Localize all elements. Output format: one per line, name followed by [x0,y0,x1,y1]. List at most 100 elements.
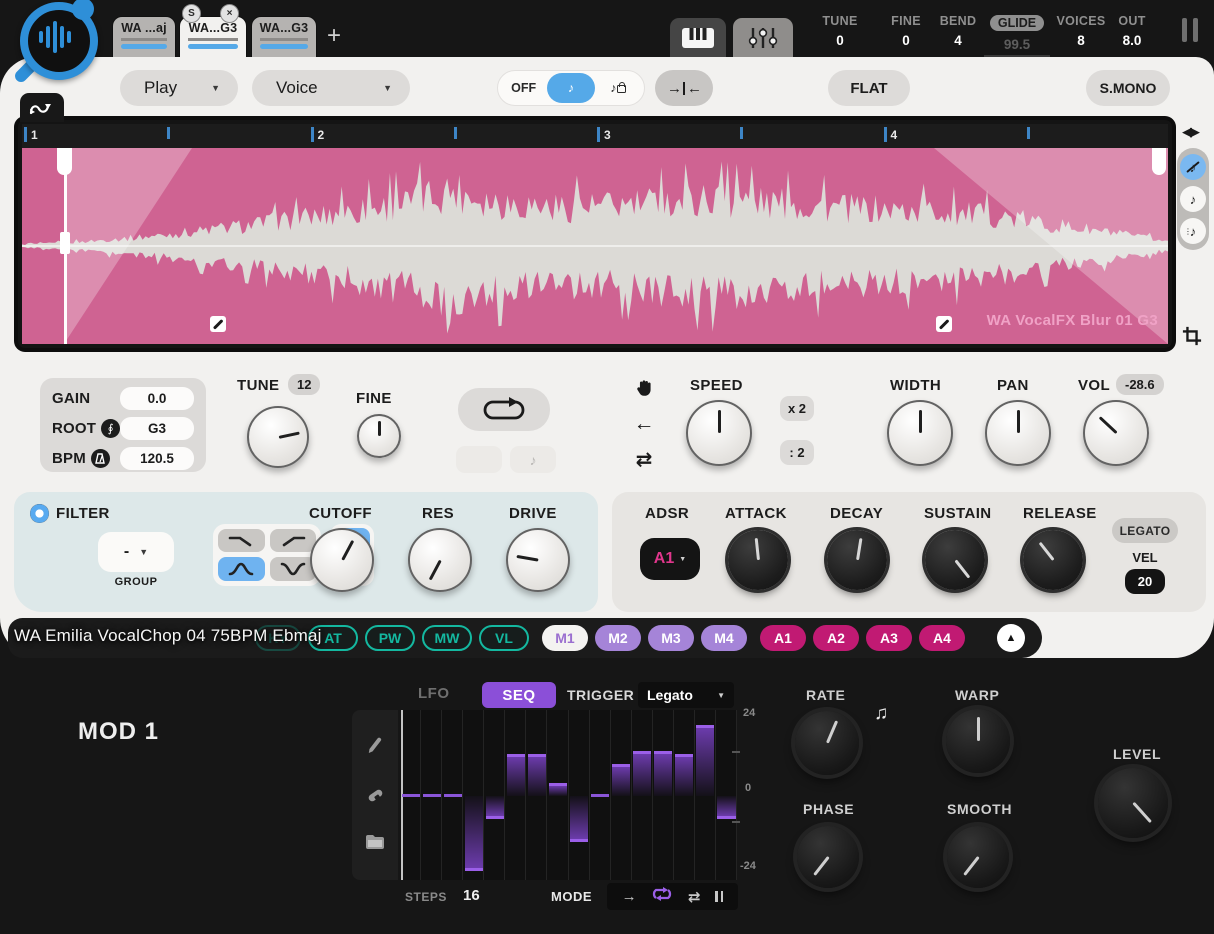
width-knob[interactable] [887,400,953,466]
mod-slot-m4[interactable]: M4 [701,625,747,651]
loop-button[interactable] [458,388,550,431]
sync-note-button[interactable]: ♪ [547,73,594,103]
pencil-tool[interactable] [366,736,384,760]
keyboard-view-toggle[interactable] [670,18,726,57]
seq-step-bar[interactable] [507,754,525,796]
filter-enable-toggle[interactable] [30,504,49,523]
start-marker-grip[interactable] [60,232,70,254]
fade-out-handle[interactable] [936,316,952,332]
mod-slot-m1[interactable]: M1 [542,625,588,651]
adsr-preset-dropdown[interactable]: A1 ▼ [640,538,700,580]
seq-step-bar[interactable] [654,751,672,797]
root-value[interactable]: G3 [120,417,194,440]
seq-step[interactable] [569,710,590,880]
vol-value[interactable]: -28.6 [1116,374,1164,395]
bandpass-button[interactable] [218,557,265,581]
seq-step-bar[interactable] [465,796,483,871]
reverse-arrow-icon[interactable]: ← [631,412,657,436]
drive-knob[interactable] [506,528,570,592]
seq-step-bar[interactable] [612,764,630,797]
mode-loop-button[interactable] [651,886,673,907]
document-tab[interactable]: WA...G3 [252,17,316,57]
mod-source-mw[interactable]: MW [422,625,472,651]
amp-env-a1[interactable]: A1 [760,625,806,651]
loop-sub-note[interactable]: ♪ [510,446,556,473]
amp-env-a4[interactable]: A4 [919,625,965,651]
tune-value[interactable]: 12 [288,374,320,395]
global-voices[interactable]: VOICES 8 [1050,14,1112,48]
waveform-canvas[interactable]: WA VocalFX Blur 01 G3 [22,148,1168,344]
voice-mode-dropdown[interactable]: Voice ▼ [252,70,410,106]
folder-icon[interactable] [365,834,385,854]
speed-double-button[interactable]: x 2 [780,396,814,421]
seq-step-bar[interactable] [549,783,567,796]
pingpong-arrows-icon[interactable]: ⇄ [631,447,657,472]
clef-icon[interactable]: ∮ [101,419,120,438]
tab-solo-badge[interactable]: S [182,4,201,23]
mode-pingpong-button[interactable]: ⇄ [688,888,701,906]
snap-grid-button[interactable]: ♪⋮ [1180,218,1206,244]
vol-knob[interactable] [1083,400,1149,466]
metronome-icon[interactable] [91,449,110,468]
flat-button[interactable]: FLAT [828,70,910,106]
start-marker-handle[interactable] [57,148,72,175]
amp-env-a2[interactable]: A2 [813,625,859,651]
seq-step-bar[interactable] [591,794,609,797]
sync-note-lock-button[interactable]: ♪ [595,73,642,103]
mode-forward-button[interactable]: → [622,888,637,905]
seq-step[interactable] [716,710,737,880]
seq-step-bar[interactable] [528,754,546,796]
seq-tab[interactable]: SEQ [482,682,556,708]
smono-button[interactable]: S.MONO [1086,70,1170,106]
seq-step-bar[interactable] [570,796,588,842]
global-out[interactable]: OUT 8.0 [1108,14,1156,48]
lowpass-button[interactable] [218,529,265,552]
seq-step[interactable] [484,710,505,880]
speed-half-button[interactable]: : 2 [780,440,814,465]
decay-knob[interactable] [827,530,887,590]
play-mode-dropdown[interactable]: Play ▼ [120,70,238,106]
mod-source-pw[interactable]: PW [365,625,415,651]
global-fine[interactable]: FINE 0 [880,14,932,48]
tab-close-badge[interactable]: × [220,4,239,23]
res-knob[interactable] [408,528,472,592]
vel-value[interactable]: 20 [1125,569,1165,594]
filter-group-dropdown[interactable]: - ▼ [98,532,174,572]
attack-knob[interactable] [728,530,788,590]
bpm-value[interactable]: 120.5 [120,447,194,470]
fade-in-handle[interactable] [210,316,226,332]
gain-value[interactable]: 0.0 [120,387,194,410]
mixer-view-toggle[interactable] [733,18,793,57]
global-glide[interactable]: GLIDE 99.5 [984,14,1050,57]
mod-slot-m2[interactable]: M2 [595,625,641,651]
level-knob[interactable] [1098,768,1168,838]
waveform-display[interactable]: 1234 WA VocalFX Blur 01 G3 [18,120,1172,348]
pan-knob[interactable] [985,400,1051,466]
phase-knob[interactable] [797,826,859,888]
cutoff-knob[interactable] [310,528,374,592]
document-tab[interactable]: WA...G3S× [180,17,246,57]
trigger-dropdown[interactable]: Legato ▼ [638,682,734,708]
expand-lr-icon[interactable]: ◀▶ [1182,124,1198,140]
seq-step-bar[interactable] [486,796,504,819]
global-bend[interactable]: BEND 4 [932,14,984,48]
hand-drag-icon[interactable] [631,378,657,403]
seq-step-bar[interactable] [444,794,462,797]
seq-step-bar[interactable] [423,794,441,797]
legato-button[interactable]: LEGATO [1112,518,1178,543]
sync-off-button[interactable]: OFF [500,73,547,103]
mod-slot-m3[interactable]: M3 [648,625,694,651]
global-tune[interactable]: TUNE 0 [812,14,868,48]
sustain-knob[interactable] [925,530,985,590]
rate-knob[interactable] [795,711,859,775]
loop-sub-left[interactable] [456,446,502,473]
seq-step-bar[interactable] [717,796,735,819]
steps-value[interactable]: 16 [463,887,480,904]
release-knob[interactable] [1023,530,1083,590]
document-tab[interactable]: WA ...aj [113,17,175,57]
seq-step-bar[interactable] [696,725,714,797]
new-tab-button[interactable]: + [327,22,341,50]
mod-source-vl[interactable]: VL [479,625,529,651]
lfo-tab[interactable]: LFO [418,685,450,702]
snap-off-button[interactable]: ♪ [1180,154,1206,180]
